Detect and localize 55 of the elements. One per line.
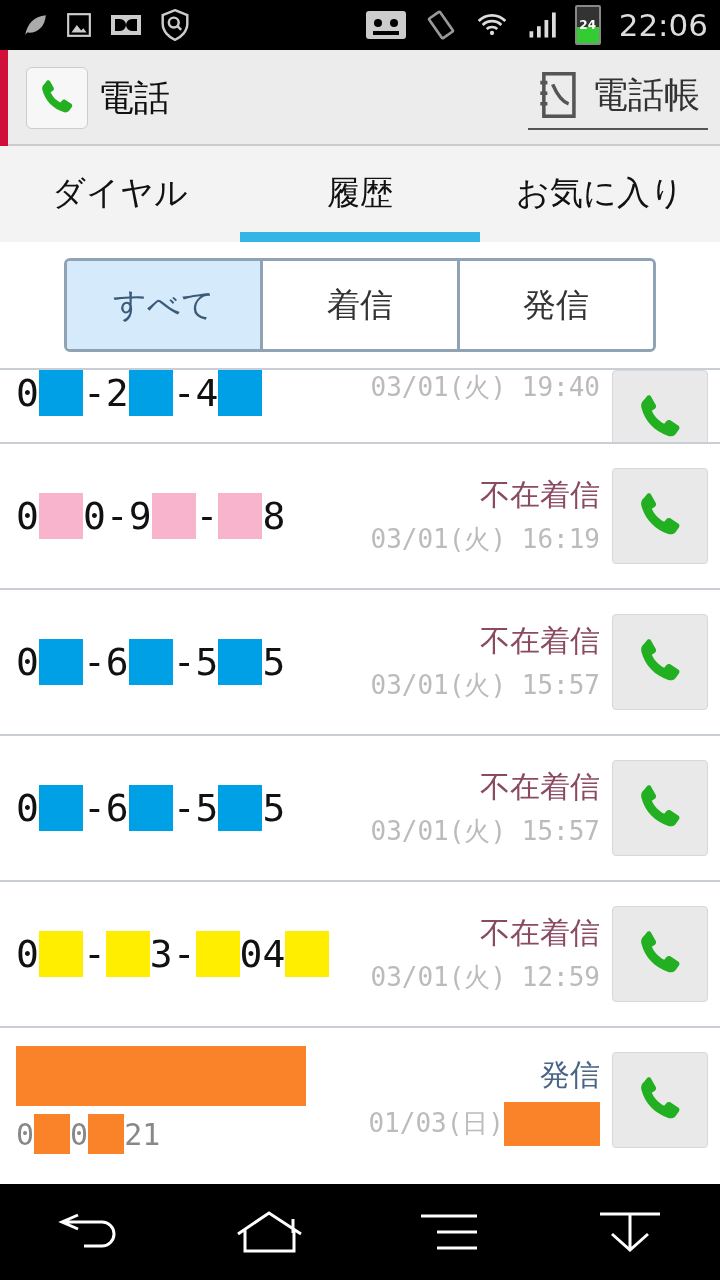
tab[interactable]: 履歴 xyxy=(240,146,480,242)
phone-number-part: 04 xyxy=(239,932,286,976)
call-type: 不在着信 xyxy=(480,622,600,660)
call-button[interactable] xyxy=(612,370,708,442)
phone-number-part: -6 xyxy=(82,640,129,684)
phone-number-part: 0 xyxy=(16,786,39,830)
voicemail-icon xyxy=(364,9,407,41)
phone-number-part: 0 xyxy=(16,371,39,415)
call-date: 01/03(日) xyxy=(368,1107,504,1140)
phone-number-part: 0 xyxy=(16,494,39,538)
call-date: 03/01(火) 16:19 xyxy=(370,523,600,556)
dolby-icon xyxy=(110,12,142,38)
call-type: 不在着信 xyxy=(480,476,600,514)
filter-button[interactable]: すべて xyxy=(67,261,261,349)
clock: 22:06 xyxy=(618,7,708,43)
phone-number-part: 3- xyxy=(149,932,196,976)
contacts-button[interactable]: 電話帳 xyxy=(528,66,708,130)
call-type: 不在着信 xyxy=(480,914,600,952)
call-button[interactable] xyxy=(612,906,708,1002)
phone-number-part: 0 xyxy=(16,640,39,684)
pull-down-icon xyxy=(598,1212,662,1252)
call-date: 03/01(火) 15:57 xyxy=(370,815,600,848)
call-button[interactable] xyxy=(612,760,708,856)
menu-icon xyxy=(421,1214,479,1250)
phone-number-part: -5 xyxy=(172,786,219,830)
tab[interactable]: ダイヤル xyxy=(0,146,240,242)
phone-number-part: 0-9 xyxy=(82,494,152,538)
call-button[interactable] xyxy=(612,614,708,710)
phone-number-part: 5 xyxy=(262,640,286,684)
call-type: 不在着信 xyxy=(480,768,600,806)
phone-number-part: 21 xyxy=(124,1116,161,1152)
filter-button[interactable]: 発信 xyxy=(456,261,653,349)
phone-number-part: -2 xyxy=(82,371,129,415)
phone-number-part: -5 xyxy=(172,640,219,684)
call-date: 03/01(火) 19:40 xyxy=(370,371,600,404)
phone-number-part: - xyxy=(82,932,106,976)
phone-number-part: -6 xyxy=(82,786,129,830)
call-date: 03/01(火) 15:57 xyxy=(370,669,600,702)
call-button[interactable] xyxy=(612,1052,708,1148)
phone-number-part: 8 xyxy=(262,494,286,538)
phone-number-part: -4 xyxy=(172,371,219,415)
phone-number-part: 5 xyxy=(262,786,286,830)
call-button[interactable] xyxy=(612,468,708,564)
home-icon xyxy=(236,1211,304,1253)
app-icon[interactable] xyxy=(26,67,88,129)
app-title: 電話 xyxy=(98,75,170,120)
phone-number-part: - xyxy=(195,494,219,538)
phone-number-part: 0 xyxy=(16,1116,35,1152)
call-date: 03/01(火) 12:59 xyxy=(370,961,600,994)
phone-number-part: 0 xyxy=(16,932,39,976)
phone-number-part: 0 xyxy=(70,1116,89,1152)
tab[interactable]: お気に入り xyxy=(480,146,720,242)
call-type: 発信 xyxy=(540,1055,600,1094)
image-icon xyxy=(66,12,92,38)
shield-icon xyxy=(160,9,190,41)
